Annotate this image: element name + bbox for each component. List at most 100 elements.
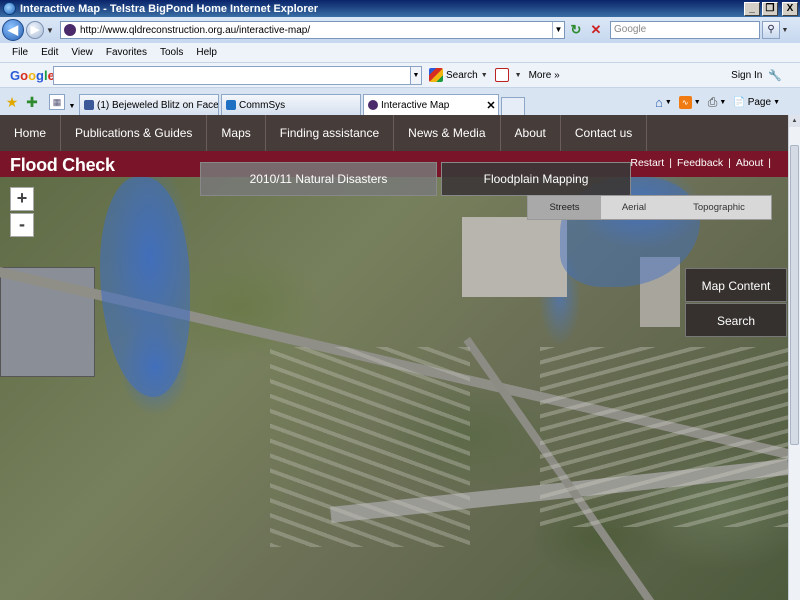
tab-commsys[interactable]: CommSys	[221, 94, 361, 115]
sign-in-link[interactable]: Sign In	[731, 70, 762, 81]
page-viewport: Home Publications & Guides Maps Finding …	[0, 115, 788, 600]
chevron-down-icon: ▼	[514, 71, 522, 79]
search-input[interactable]: Google	[610, 21, 760, 39]
sign-in-area: Sign In 🔧	[731, 69, 782, 82]
close-tab-icon[interactable]: ✕	[484, 99, 498, 112]
natural-disasters-button[interactable]: 2010/11 Natural Disasters	[200, 162, 437, 196]
window-title-bar: Interactive Map - Telstra BigPond Home I…	[0, 0, 800, 17]
address-field[interactable]: http://www.qldreconstruction.org.au/inte…	[60, 21, 565, 39]
map-search-button[interactable]: Search	[685, 303, 787, 337]
scroll-up-icon[interactable]: ▲	[789, 115, 800, 127]
google-search-input[interactable]	[53, 65, 411, 85]
tab-label: (1) Bejeweled Blitz on Facebo...	[97, 99, 218, 111]
menu-view[interactable]: View	[71, 47, 93, 58]
zoom-controls: + -	[10, 187, 36, 239]
page-title: Flood Check	[10, 155, 115, 175]
nav-maps[interactable]: Maps	[207, 115, 266, 151]
page-icon: 📄	[733, 97, 746, 108]
page-menu-button[interactable]: Page	[748, 97, 771, 108]
industrial-building	[462, 217, 567, 297]
menu-tools[interactable]: Tools	[160, 47, 183, 58]
google-search-dropdown[interactable]: ▼	[411, 65, 422, 85]
chevron-down-icon[interactable]: ▼	[694, 99, 701, 106]
tab-bar: ★ ✚ ▦ ▼ (1) Bejeweled Blitz on Facebo...…	[0, 88, 800, 115]
tab-list-dropdown[interactable]: ▼	[67, 103, 77, 110]
home-icon[interactable]: ⌂	[655, 95, 663, 110]
stop-icon[interactable]: ✕	[588, 22, 604, 38]
popup-blocker-button[interactable]: ▼	[494, 68, 522, 82]
refresh-icon[interactable]: ↻	[568, 22, 584, 38]
chevron-down-icon: ▼	[480, 71, 488, 79]
add-favorites-icon[interactable]: ✚	[23, 93, 41, 111]
facebook-icon	[84, 100, 94, 110]
google-logo: Google	[10, 67, 55, 83]
chevron-down-icon[interactable]: ▼	[773, 99, 780, 106]
tab-bejeweled[interactable]: (1) Bejeweled Blitz on Facebo...	[79, 94, 219, 115]
menu-favorites[interactable]: Favorites	[106, 47, 147, 58]
residential-area	[270, 347, 470, 547]
menu-file[interactable]: File	[12, 47, 28, 58]
header-links: Restart | Feedback | About |	[630, 157, 771, 169]
command-bar: ⌂ ▼ ∿ ▼ ⎙ ▼ 📄 Page ▼	[648, 95, 800, 110]
scrollbar-thumb[interactable]	[790, 145, 799, 445]
google-search-label: Search	[446, 69, 478, 81]
search-magnifier-icon[interactable]: ⚲	[762, 21, 780, 39]
vertical-scrollbar[interactable]: ▲	[788, 115, 800, 600]
layer-streets-button[interactable]: Streets	[528, 196, 601, 219]
internet-explorer-icon	[3, 2, 16, 15]
site-favicon	[64, 24, 76, 36]
nav-home[interactable]: Home	[0, 115, 62, 151]
aerial-map[interactable]	[0, 177, 788, 600]
menu-edit[interactable]: Edit	[41, 47, 58, 58]
layer-topographic-button[interactable]: Topographic	[667, 196, 771, 219]
tab-interactive-map[interactable]: Interactive Map ✕	[363, 94, 499, 115]
close-window-button[interactable]: X	[782, 1, 798, 16]
ie-page-icon	[226, 100, 236, 110]
map-layer-switcher: Streets Aerial Topographic	[527, 195, 772, 220]
search-provider-dropdown[interactable]: ▼	[780, 27, 790, 34]
wrench-icon[interactable]: 🔧	[768, 69, 782, 82]
chevron-down-icon[interactable]: ▼	[719, 99, 726, 106]
nav-finding-assistance[interactable]: Finding assistance	[266, 115, 395, 151]
minimize-button[interactable]: _	[744, 1, 760, 16]
flood-water	[100, 177, 190, 397]
favorites-star-icon[interactable]: ★	[3, 93, 21, 111]
google-toolbar: Google ▼ Search ▼ ▼ More » Sign In 🔧	[0, 63, 800, 88]
rss-feed-icon[interactable]: ∿	[678, 96, 692, 109]
url-text[interactable]: http://www.qldreconstruction.org.au/inte…	[80, 25, 552, 36]
address-toolbar: ◀ ▶ ▼ http://www.qldreconstruction.org.a…	[0, 17, 800, 43]
popup-blocker-icon	[494, 68, 509, 82]
zoom-out-button[interactable]: -	[10, 213, 34, 237]
site-navigation: Home Publications & Guides Maps Finding …	[0, 115, 788, 151]
nav-contact[interactable]: Contact us	[561, 115, 648, 151]
layer-aerial-button[interactable]: Aerial	[601, 196, 667, 219]
quick-tabs-icon[interactable]: ▦	[49, 94, 65, 110]
restart-link[interactable]: Restart	[630, 157, 664, 169]
tab-label: Interactive Map	[381, 99, 450, 111]
chevron-down-icon[interactable]: ▼	[665, 99, 672, 106]
forward-icon[interactable]: ▶	[26, 21, 44, 39]
residential-area	[540, 347, 788, 527]
recent-pages-dropdown[interactable]: ▼	[46, 26, 56, 35]
nav-publications[interactable]: Publications & Guides	[61, 115, 208, 151]
window-title: Interactive Map - Telstra BigPond Home I…	[20, 2, 319, 15]
nav-about[interactable]: About	[501, 115, 561, 151]
menu-bar: File Edit View Favorites Tools Help	[0, 43, 800, 63]
print-icon[interactable]: ⎙	[708, 95, 718, 110]
menu-help[interactable]: Help	[196, 47, 217, 58]
restore-button[interactable]: ❐	[762, 1, 778, 16]
zoom-in-button[interactable]: +	[10, 187, 34, 211]
google-search-button[interactable]: Search ▼	[429, 68, 488, 82]
google-search-icon	[429, 68, 443, 82]
site-favicon	[368, 100, 378, 110]
nav-news-media[interactable]: News & Media	[394, 115, 501, 151]
tab-label: CommSys	[239, 99, 286, 111]
floodplain-mapping-button[interactable]: Floodplain Mapping	[441, 162, 631, 196]
more-button[interactable]: More »	[529, 70, 560, 81]
about-link[interactable]: About	[736, 157, 763, 169]
address-dropdown[interactable]: ▼	[552, 22, 564, 38]
feedback-link[interactable]: Feedback	[677, 157, 723, 169]
new-tab-button[interactable]	[501, 97, 525, 115]
map-content-button[interactable]: Map Content	[685, 268, 787, 302]
back-icon[interactable]: ◀	[2, 19, 24, 41]
